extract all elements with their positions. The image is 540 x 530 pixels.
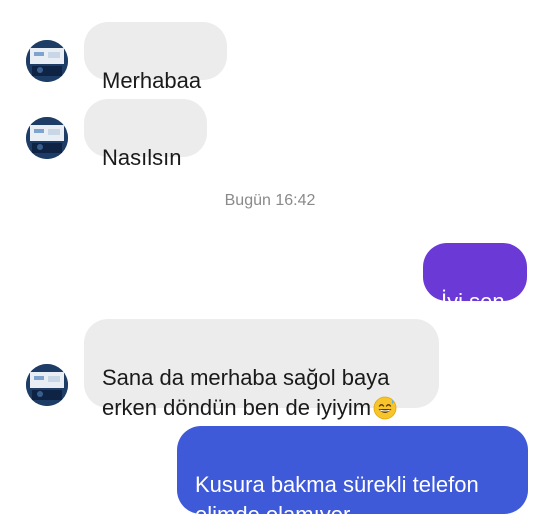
grinning-sweat-emoji-icon	[373, 396, 397, 420]
message-text: Kusura bakma sürekli telefon elimde olam…	[195, 472, 479, 527]
message-text: Nasılsın	[102, 145, 182, 170]
avatar-photo-icon	[26, 40, 68, 82]
contact-avatar[interactable]	[26, 117, 68, 159]
message-text: Merhabaa	[102, 68, 202, 93]
message-text: İyi sen	[441, 289, 505, 314]
message-text: Sana da merhaba sağol baya erken döndün …	[102, 365, 390, 420]
message-bubble-incoming[interactable]: Nasılsın	[84, 99, 207, 170]
message-bubble-outgoing[interactable]: İyi sen	[423, 243, 527, 314]
timestamp-divider: Bugün 16:42	[224, 192, 316, 209]
avatar-photo-icon	[26, 117, 68, 159]
message-bubble-outgoing[interactable]: Kusura bakma sürekli telefon elimde olam…	[177, 426, 528, 527]
message-bubble-incoming[interactable]: Sana da merhaba sağol baya erken döndün …	[84, 319, 439, 420]
message-bubble-incoming[interactable]: Merhabaa	[84, 22, 227, 93]
contact-avatar[interactable]	[26, 364, 68, 406]
avatar-photo-icon	[26, 364, 68, 406]
contact-avatar[interactable]	[26, 40, 68, 82]
